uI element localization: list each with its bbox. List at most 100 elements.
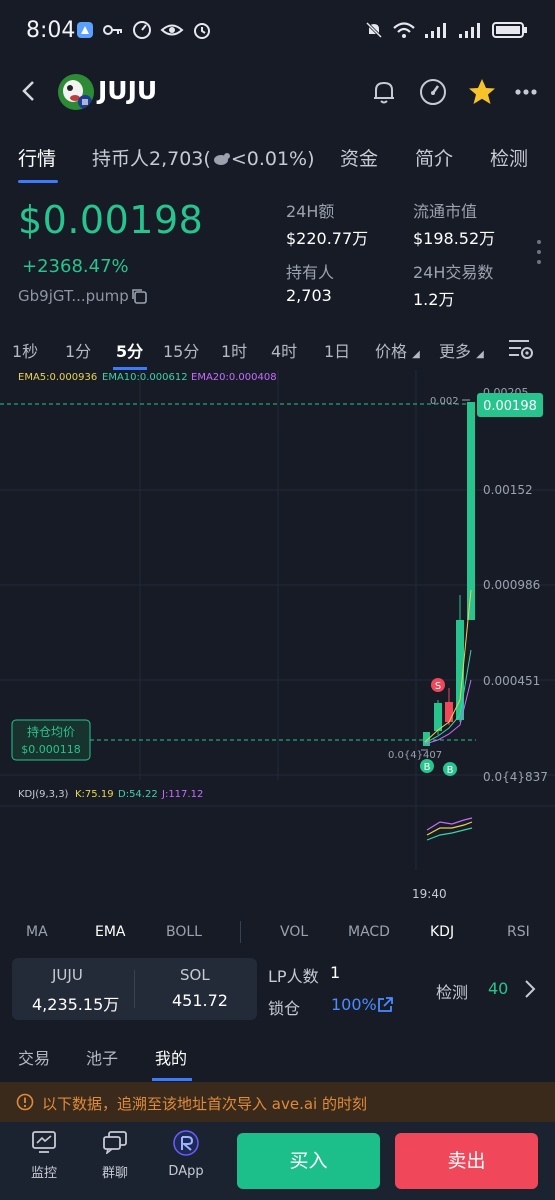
check-score: 40 <box>488 979 509 998</box>
nav-dapp-label: DApp <box>168 1164 204 1179</box>
avg-cost-value: $0.000118 <box>21 743 81 756</box>
warning-icon <box>16 1093 34 1115</box>
interval-1d[interactable]: 1日 <box>324 338 350 362</box>
token-name: JUJU <box>98 76 158 105</box>
signal-1-icon <box>424 21 450 43</box>
eye-icon <box>160 21 184 43</box>
mute-bell-icon <box>364 20 384 44</box>
interval-5m[interactable]: 5分 <box>116 338 143 362</box>
tab-active-indicator <box>18 180 58 183</box>
indicator-ma[interactable]: MA <box>26 924 48 940</box>
subtab-trades[interactable]: 交易 <box>18 1045 50 1069</box>
pair-token-label: JUJU <box>52 966 83 984</box>
chat-icon <box>102 1131 128 1158</box>
stat-tx24h-value: 1.2万 <box>413 290 455 309</box>
kdj-j: J:117.12 <box>161 789 203 800</box>
subtab-active-indicator <box>152 1078 192 1081</box>
tab-holders-percent: <0.01%) <box>230 148 315 170</box>
more-icon[interactable] <box>512 76 544 108</box>
subtab-pools[interactable]: 池子 <box>86 1045 118 1069</box>
star-icon[interactable] <box>466 76 498 108</box>
stat-vol24h-value: $220.77万 <box>286 229 369 248</box>
tab-market[interactable]: 行情 <box>18 144 56 171</box>
stat-mcap-value: $198.52万 <box>413 229 496 248</box>
lock-label: 锁仓 <box>268 999 301 1018</box>
status-bar: 8:04 <box>0 0 555 62</box>
alarm-icon <box>192 20 212 44</box>
tab-holders[interactable]: 持币人2,703( <0.01%) <box>92 144 315 171</box>
current-price-tag-label: 0.00198 <box>483 399 537 414</box>
buy-marker-label: B <box>424 762 431 773</box>
tab-holders-label: 持币人2,703( <box>92 148 211 170</box>
back-icon[interactable] <box>14 76 44 106</box>
x-tick: 19:40 <box>412 887 447 901</box>
monitor-icon <box>31 1131 57 1158</box>
nav-monitor-label: 监控 <box>30 1166 57 1181</box>
interval-15m[interactable]: 15分 <box>163 338 199 362</box>
app-notification-icon <box>76 21 94 43</box>
price-mode-label: 价格 <box>375 342 408 361</box>
side-menu-handle-icon[interactable] <box>535 238 543 270</box>
interval-1m[interactable]: 1分 <box>65 338 91 362</box>
bottom-bar: 监控 群聊 DApp 买入 卖出 <box>0 1122 555 1200</box>
check-label[interactable]: 检测 <box>436 979 468 1003</box>
indicator-boll[interactable]: BOLL <box>166 924 202 940</box>
stat-holders-value: 2,703 <box>286 286 332 305</box>
chart-settings-icon[interactable] <box>507 336 535 366</box>
lock-value[interactable]: 100% <box>331 995 377 1014</box>
candle <box>445 702 453 722</box>
interval-1h[interactable]: 1时 <box>221 338 247 362</box>
chevron-right-icon[interactable] <box>522 978 538 1004</box>
price-change: +2368.47% <box>22 256 129 277</box>
more-label: 更多 <box>439 342 472 361</box>
dropdown-arrow-icon: ◢ <box>412 349 420 360</box>
y-tick: 0.0{4}837 <box>483 770 548 784</box>
lp-value: 1 <box>330 963 341 982</box>
dropdown-arrow-icon: ◢ <box>476 349 484 360</box>
tab-intro[interactable]: 简介 <box>415 144 453 171</box>
indicator-rsi[interactable]: RSI <box>507 924 530 940</box>
subtab-mine[interactable]: 我的 <box>155 1045 187 1069</box>
dapp-icon <box>173 1130 199 1160</box>
stat-vol24h-label: 24H额 <box>286 202 335 221</box>
token-logo <box>58 74 94 110</box>
price-chart[interactable]: 0.002 0.0{4}407 S B B 0.00205 0.00152 0.… <box>0 370 555 910</box>
kdj-d: D:54.22 <box>118 789 158 800</box>
candle <box>467 402 475 620</box>
interval-bar: 1秒 1分 5分 15分 1时 4时 1日 价格 ◢ 更多 ◢ <box>0 330 555 370</box>
kdj-d-line <box>426 827 473 841</box>
indicator-ema[interactable]: EMA <box>95 924 126 940</box>
indicator-macd[interactable]: MACD <box>348 924 390 940</box>
y-tick: 0.00152 <box>483 483 533 497</box>
tab-check[interactable]: 检测 <box>490 144 528 171</box>
pair-divider <box>134 970 135 1008</box>
gauge-icon[interactable] <box>417 76 449 108</box>
interval-1s[interactable]: 1秒 <box>12 338 38 362</box>
copy-icon[interactable] <box>130 287 148 305</box>
price-mode-dropdown[interactable]: 价格 ◢ <box>375 338 420 362</box>
external-link-icon[interactable] <box>376 996 394 1018</box>
pair-token-value: 4,235.15万 <box>32 995 120 1014</box>
nav-group-chat[interactable]: 群聊 <box>85 1130 145 1181</box>
buy-button[interactable]: 买入 <box>237 1133 380 1189</box>
bell-icon[interactable] <box>368 76 400 108</box>
contract-address: Gb9jGT...pump <box>18 287 129 305</box>
tab-funds[interactable]: 资金 <box>340 144 378 171</box>
indicator-divider <box>240 921 241 943</box>
battery-icon <box>492 21 528 43</box>
sell-button[interactable]: 卖出 <box>395 1133 538 1189</box>
nav-monitor[interactable]: 监控 <box>14 1130 74 1181</box>
y-tick: 0.000986 <box>483 578 540 592</box>
nav-group-chat-label: 群聊 <box>101 1166 128 1181</box>
interval-4h[interactable]: 4时 <box>271 338 297 362</box>
status-left-icons <box>76 20 212 44</box>
indicator-kdj[interactable]: KDJ <box>430 924 454 940</box>
indicator-vol[interactable]: VOL <box>280 924 308 940</box>
signal-2-icon <box>458 21 484 43</box>
liquidity-pair-box: JUJU 4,235.15万 SOL 451.72 <box>12 958 257 1020</box>
nav-dapp[interactable]: DApp <box>156 1130 216 1179</box>
sell-marker-label: S <box>435 681 441 692</box>
status-time: 8:04 <box>26 18 76 43</box>
status-right-icons <box>364 20 528 44</box>
more-dropdown[interactable]: 更多 ◢ <box>439 338 484 362</box>
